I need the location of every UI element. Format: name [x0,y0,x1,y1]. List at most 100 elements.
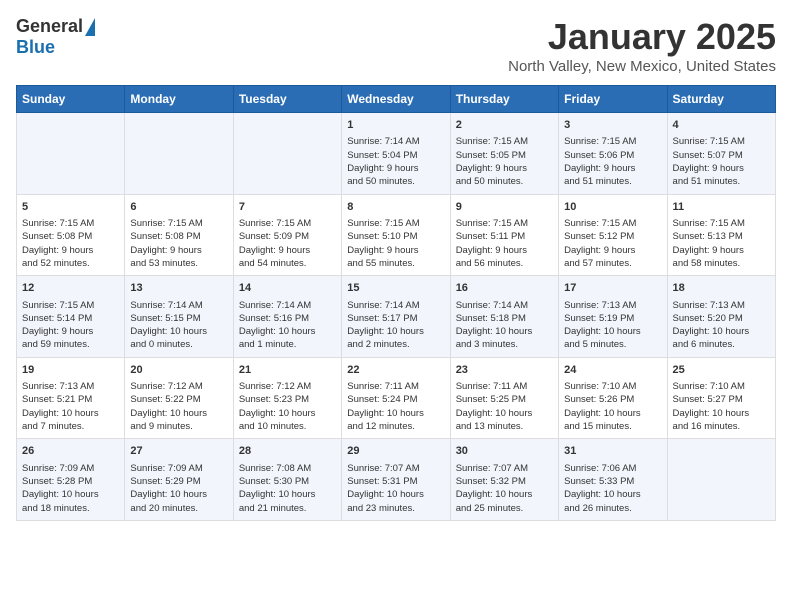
day-cell: 29 Sunrise: 7:07 AM Sunset: 5:31 PM Dayli… [342,439,450,521]
day-number: 8 [347,200,444,215]
day-cell: 4 Sunrise: 7:15 AM Sunset: 5:07 PM Daylig… [667,113,775,195]
day-cell: 31 Sunrise: 7:06 AM Sunset: 5:33 PM Dayli… [559,439,667,521]
day-cell: 22 Sunrise: 7:11 AM Sunset: 5:24 PM Dayli… [342,357,450,439]
header-row: SundayMondayTuesdayWednesdayThursdayFrid… [17,86,776,113]
day-info: Sunrise: 7:07 AM Sunset: 5:32 PM Dayligh… [456,462,553,515]
day-info: Sunrise: 7:14 AM Sunset: 5:17 PM Dayligh… [347,299,444,352]
logo: General Blue [16,16,95,58]
location-text: North Valley, New Mexico, United States [508,58,776,75]
day-number: 25 [673,363,770,378]
day-info: Sunrise: 7:12 AM Sunset: 5:23 PM Dayligh… [239,380,336,433]
day-number: 18 [673,281,770,296]
day-number: 12 [22,281,119,296]
header-cell-thursday: Thursday [450,86,558,113]
day-number: 22 [347,363,444,378]
day-number: 17 [564,281,661,296]
day-number: 28 [239,444,336,459]
calendar-table: SundayMondayTuesdayWednesdayThursdayFrid… [16,85,776,521]
day-cell: 10 Sunrise: 7:15 AM Sunset: 5:12 PM Dayli… [559,194,667,276]
calendar-body: 1Sunrise: 7:14 AM Sunset: 5:04 PM Daylig… [17,113,776,521]
logo-arrow-icon [85,18,95,36]
header-cell-sunday: Sunday [17,86,125,113]
day-info: Sunrise: 7:15 AM Sunset: 5:11 PM Dayligh… [456,217,553,270]
day-cell [667,439,775,521]
day-info: Sunrise: 7:15 AM Sunset: 5:08 PM Dayligh… [22,217,119,270]
day-number: 26 [22,444,119,459]
day-cell: 11 Sunrise: 7:15 AM Sunset: 5:13 PM Dayli… [667,194,775,276]
header-cell-monday: Monday [125,86,233,113]
day-info: Sunrise: 7:10 AM Sunset: 5:27 PM Dayligh… [673,380,770,433]
day-number: 11 [673,200,770,215]
day-cell [125,113,233,195]
day-cell: 1Sunrise: 7:14 AM Sunset: 5:04 PM Daylig… [342,113,450,195]
day-number: 23 [456,363,553,378]
day-number: 7 [239,200,336,215]
week-row-4: 19Sunrise: 7:13 AM Sunset: 5:21 PM Dayli… [17,357,776,439]
day-number: 10 [564,200,661,215]
title-block: January 2025 North Valley, New Mexico, U… [508,16,776,75]
day-cell: 5 Sunrise: 7:15 AM Sunset: 5:08 PM Daylig… [17,194,125,276]
day-info: Sunrise: 7:14 AM Sunset: 5:18 PM Dayligh… [456,299,553,352]
week-row-2: 5 Sunrise: 7:15 AM Sunset: 5:08 PM Daylig… [17,194,776,276]
day-cell: 17 Sunrise: 7:13 AM Sunset: 5:19 PM Dayli… [559,276,667,358]
day-info: Sunrise: 7:09 AM Sunset: 5:28 PM Dayligh… [22,462,119,515]
day-info: Sunrise: 7:11 AM Sunset: 5:24 PM Dayligh… [347,380,444,433]
day-info: Sunrise: 7:13 AM Sunset: 5:20 PM Dayligh… [673,299,770,352]
day-info: Sunrise: 7:15 AM Sunset: 5:09 PM Dayligh… [239,217,336,270]
day-cell: 25 Sunrise: 7:10 AM Sunset: 5:27 PM Dayli… [667,357,775,439]
day-number: 21 [239,363,336,378]
day-cell: 30 Sunrise: 7:07 AM Sunset: 5:32 PM Dayli… [450,439,558,521]
day-info: Sunrise: 7:14 AM Sunset: 5:04 PM Dayligh… [347,135,444,188]
day-number: 4 [673,118,770,133]
day-info: Sunrise: 7:08 AM Sunset: 5:30 PM Dayligh… [239,462,336,515]
day-info: Sunrise: 7:15 AM Sunset: 5:08 PM Dayligh… [130,217,227,270]
day-info: Sunrise: 7:15 AM Sunset: 5:06 PM Dayligh… [564,135,661,188]
day-cell: 16 Sunrise: 7:14 AM Sunset: 5:18 PM Dayli… [450,276,558,358]
day-cell: 15Sunrise: 7:14 AM Sunset: 5:17 PM Dayli… [342,276,450,358]
day-number: 31 [564,444,661,459]
logo-blue-text: Blue [16,37,55,58]
day-cell: 13 Sunrise: 7:14 AM Sunset: 5:15 PM Dayli… [125,276,233,358]
day-cell: 14 Sunrise: 7:14 AM Sunset: 5:16 PM Dayli… [233,276,341,358]
day-number: 13 [130,281,227,296]
day-cell: 23Sunrise: 7:11 AM Sunset: 5:25 PM Dayli… [450,357,558,439]
day-number: 14 [239,281,336,296]
day-cell: 19Sunrise: 7:13 AM Sunset: 5:21 PM Dayli… [17,357,125,439]
day-number: 6 [130,200,227,215]
page-header: General Blue January 2025 North Valley, … [16,16,776,75]
day-number: 5 [22,200,119,215]
day-info: Sunrise: 7:07 AM Sunset: 5:31 PM Dayligh… [347,462,444,515]
day-info: Sunrise: 7:10 AM Sunset: 5:26 PM Dayligh… [564,380,661,433]
day-info: Sunrise: 7:06 AM Sunset: 5:33 PM Dayligh… [564,462,661,515]
day-cell [233,113,341,195]
calendar-header: SundayMondayTuesdayWednesdayThursdayFrid… [17,86,776,113]
day-cell: 3Sunrise: 7:15 AM Sunset: 5:06 PM Daylig… [559,113,667,195]
logo-general-text: General [16,16,83,37]
header-cell-wednesday: Wednesday [342,86,450,113]
day-cell: 7 Sunrise: 7:15 AM Sunset: 5:09 PM Daylig… [233,194,341,276]
day-info: Sunrise: 7:13 AM Sunset: 5:21 PM Dayligh… [22,380,119,433]
day-cell: 8Sunrise: 7:15 AM Sunset: 5:10 PM Daylig… [342,194,450,276]
day-number: 16 [456,281,553,296]
day-number: 30 [456,444,553,459]
day-cell: 27 Sunrise: 7:09 AM Sunset: 5:29 PM Dayli… [125,439,233,521]
header-cell-saturday: Saturday [667,86,775,113]
day-number: 9 [456,200,553,215]
day-number: 24 [564,363,661,378]
day-info: Sunrise: 7:14 AM Sunset: 5:16 PM Dayligh… [239,299,336,352]
week-row-3: 12Sunrise: 7:15 AM Sunset: 5:14 PM Dayli… [17,276,776,358]
day-info: Sunrise: 7:15 AM Sunset: 5:07 PM Dayligh… [673,135,770,188]
day-info: Sunrise: 7:14 AM Sunset: 5:15 PM Dayligh… [130,299,227,352]
day-cell: 24 Sunrise: 7:10 AM Sunset: 5:26 PM Dayli… [559,357,667,439]
day-number: 20 [130,363,227,378]
day-number: 29 [347,444,444,459]
day-number: 27 [130,444,227,459]
day-cell: 12Sunrise: 7:15 AM Sunset: 5:14 PM Dayli… [17,276,125,358]
day-info: Sunrise: 7:09 AM Sunset: 5:29 PM Dayligh… [130,462,227,515]
header-cell-tuesday: Tuesday [233,86,341,113]
day-info: Sunrise: 7:15 AM Sunset: 5:13 PM Dayligh… [673,217,770,270]
day-info: Sunrise: 7:13 AM Sunset: 5:19 PM Dayligh… [564,299,661,352]
header-cell-friday: Friday [559,86,667,113]
day-info: Sunrise: 7:15 AM Sunset: 5:12 PM Dayligh… [564,217,661,270]
day-info: Sunrise: 7:15 AM Sunset: 5:05 PM Dayligh… [456,135,553,188]
